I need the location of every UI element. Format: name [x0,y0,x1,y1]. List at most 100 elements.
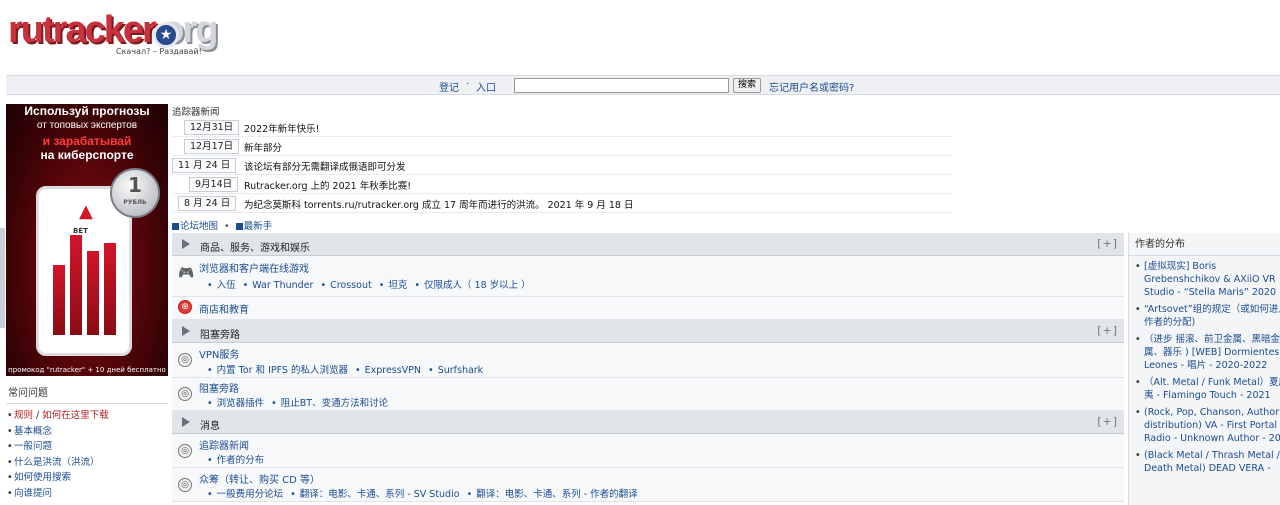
expand-button[interactable]: [+] [1097,237,1118,250]
forum-status-icon: ◎ [178,353,192,367]
forum-name[interactable]: VPN服务 [199,346,239,361]
bar-graphic [104,243,116,335]
sitemap-icon [172,223,179,230]
news-item: 8 月 24 日 为纪念莫斯科 torrents.ru/rutracker.or… [172,194,952,213]
news-item: 11 月 24 日 该论坛有部分无需翻译成俄语即可分发 [172,156,952,175]
banner-line-1: Используй прогнозы [24,104,150,118]
news-link[interactable]: 新年部分 [244,140,282,154]
forum-name[interactable]: 阻塞旁路 [199,380,239,395]
gamepad-icon: 🎮 [178,266,195,281]
news-links: 论坛地图 • 最新手 [172,218,272,232]
news-item: 12月17日 新年部分 [172,137,952,156]
forum-name[interactable]: 追踪器新闻 [199,437,249,452]
subforum-link[interactable]: Crossout [330,280,372,291]
distribution-link[interactable]: (Black Metal / Thrash Metal / Death Meta… [1135,449,1280,475]
category-title[interactable]: 商品、服务、游戏和娱乐 [200,239,310,254]
news-date: 8 月 24 日 [178,196,237,211]
forum-name[interactable]: 商店和教育 [199,301,249,316]
subforum-link[interactable]: ExpressVPN [365,365,421,376]
faq-item[interactable]: 向谁提问 [6,486,168,502]
news-link[interactable]: 为纪念莫斯科 torrents.ru/rutracker.org 成立 17 周… [244,197,634,211]
distribution-link[interactable]: （进步 摇滚、前卫金属、黑暗金属、器乐 ) [WEB] Dormientes L… [1135,333,1280,372]
forum-row: 🎮 浏览器和客户端在线游戏 • 入伍 • War Thunder • Crossout… [172,256,1124,297]
register-link[interactable]: 登记 [439,79,459,94]
faq-item[interactable]: 基本概念 [6,424,168,440]
login-bar: 登记 · 入口 搜索 忘记用户名或密码? [6,75,1280,95]
newbie-icon [235,223,243,230]
subforum-link[interactable]: 阻止BT、变通方法和讨论 [281,398,388,409]
bar-graphic [87,251,99,335]
faq-item[interactable]: 如何使用搜索 [6,470,168,486]
faq-item[interactable]: 什么是洪流（洪流） [6,455,168,471]
distribution-link[interactable]: （Alt. Metal / Funk Metal）夏威夷 - Flamingo … [1135,376,1280,402]
category-header[interactable]: 消息 [+] [172,411,1124,434]
coin-icon: 1 РУБЛЬ [110,168,160,218]
collapse-triangle-icon[interactable] [182,239,190,249]
login-link[interactable]: 入口 [476,79,496,94]
forum-row: ◎ 众筹（转让、购买 CD 等） • 一般费用分论坛 • 翻译：电影、卡通、系列 -… [172,468,1124,502]
subforum-link[interactable]: 入伍 [217,280,236,291]
subforum-link[interactable]: 一般费用分论坛 [217,489,284,500]
expand-button[interactable]: [+] [1097,324,1118,337]
news-link[interactable]: Rutracker.org 上的 2021 年秋季比赛! [244,178,411,192]
subforum-link[interactable]: 内置 Tor 和 IPFS 的私人浏览器 [217,365,348,376]
star-icon: ★ [153,22,179,48]
side-scroll-tab[interactable] [0,228,5,328]
panel-title: 作者的分布 [1129,233,1280,256]
search-button[interactable]: 搜索 [733,78,761,93]
subforum-link[interactable]: 仅限成人（ 18 岁以上 ） [424,280,531,291]
faq-title: 常问问题 [6,382,168,404]
expand-button[interactable]: [+] [1097,415,1118,428]
banner-line-4: на киберспорте [40,148,134,162]
faq-item[interactable]: 规则 / 如何在这里下载 [6,408,168,424]
news-item: 9月14日 Rutracker.org 上的 2021 年秋季比赛! [172,175,952,194]
subforum-link[interactable]: War Thunder [252,280,313,291]
subforum-list: • 浏览器插件 • 阻止BT、变通方法和讨论 [207,398,389,409]
news-item: 12月31日 2022年新年快乐! [172,118,952,137]
faq-panel: 常问问题 规则 / 如何在这里下载 基本概念 一般问题 什么是洪流（洪流） 如何… [6,382,168,501]
bar-graphic [53,265,65,335]
forum-row: ◎ 阻塞旁路 • 浏览器插件 • 阻止BT、变通方法和讨论 [172,378,1124,411]
forum-status-icon: ◎ [178,387,192,401]
bar-graphic [70,235,82,335]
forum-name[interactable]: 浏览器和客户端在线游戏 [199,260,309,275]
forum-status-icon: ◎ [178,444,192,458]
news-date: 9月14日 [189,177,239,192]
news-date: 12月31日 [184,120,240,135]
forgot-password-link[interactable]: 忘记用户名或密码? [769,79,854,94]
subforum-link[interactable]: 翻译：电影、卡通、系列 - 作者的翻译 [476,489,637,500]
category-title[interactable]: 阻塞旁路 [200,326,240,341]
subforum-link[interactable]: 作者的分布 [217,455,265,466]
subforum-link[interactable]: 坦克 [388,280,407,291]
forum-row: ⊕ 商店和教育 [172,297,1124,320]
forum-list: 商品、服务、游戏和娱乐 [+] 🎮 浏览器和客户端在线游戏 • 入伍 • War T… [172,233,1124,502]
distribution-link[interactable]: (Rock, Pop, Chanson, Author's distributi… [1135,406,1280,445]
news-title: 追踪器新闻 [172,107,220,118]
forum-name[interactable]: 众筹（转让、购买 CD 等） [199,471,320,486]
news-link[interactable]: 2022年新年快乐! [244,121,320,135]
phone-brand: BET [73,227,88,235]
distribution-link[interactable]: [虚拟现实] Boris Grebenshchikov & AXiiO VR S… [1135,260,1280,299]
newbie-link[interactable]: 最新手 [244,221,273,232]
category-title[interactable]: 消息 [200,417,220,432]
subforum-list: • 内置 Tor 和 IPFS 的私人浏览器 • ExpressVPN • Surfs… [207,365,484,376]
news-link[interactable]: 该论坛有部分无需翻译成俄语即可分发 [244,159,406,173]
forum-row: ◎ 追踪器新闻 • 作者的分布 [172,434,1124,468]
sitemap-link[interactable]: 论坛地图 [180,221,218,232]
banner-line-2: от топовых экспертов [36,120,138,131]
search-input[interactable] [514,78,729,93]
subforum-link[interactable]: 翻译：电影、卡通、系列 - SV Studio [300,489,460,500]
collapse-triangle-icon[interactable] [182,417,190,427]
collapse-triangle-icon[interactable] [182,326,190,336]
author-distributions-panel: 作者的分布 [虚拟现实] Boris Grebenshchikov & AXii… [1128,233,1280,505]
site-logo[interactable]: rutracker.org ★ Скачал? – Раздавай! [8,10,238,62]
category-header[interactable]: 商品、服务、游戏和娱乐 [+] [172,233,1124,256]
category-header[interactable]: 阻塞旁路 [+] [172,320,1124,343]
subforum-list: • 入伍 • War Thunder • Crossout • 坦克 • 仅限成人（ 18… [207,280,531,291]
subforum-link[interactable]: 浏览器插件 [217,398,265,409]
ad-banner[interactable]: Используй прогнозы от топовых экспертов … [6,104,168,376]
subforum-link[interactable]: Surfshark [438,365,484,376]
faq-item[interactable]: 一般问题 [6,439,168,455]
distribution-link[interactable]: “Artsovet”组的规定（或如何进入作者的分配) [1135,303,1280,329]
subforum-list: • 一般费用分论坛 • 翻译：电影、卡通、系列 - SV Studio • 翻译：电影… [207,489,638,500]
